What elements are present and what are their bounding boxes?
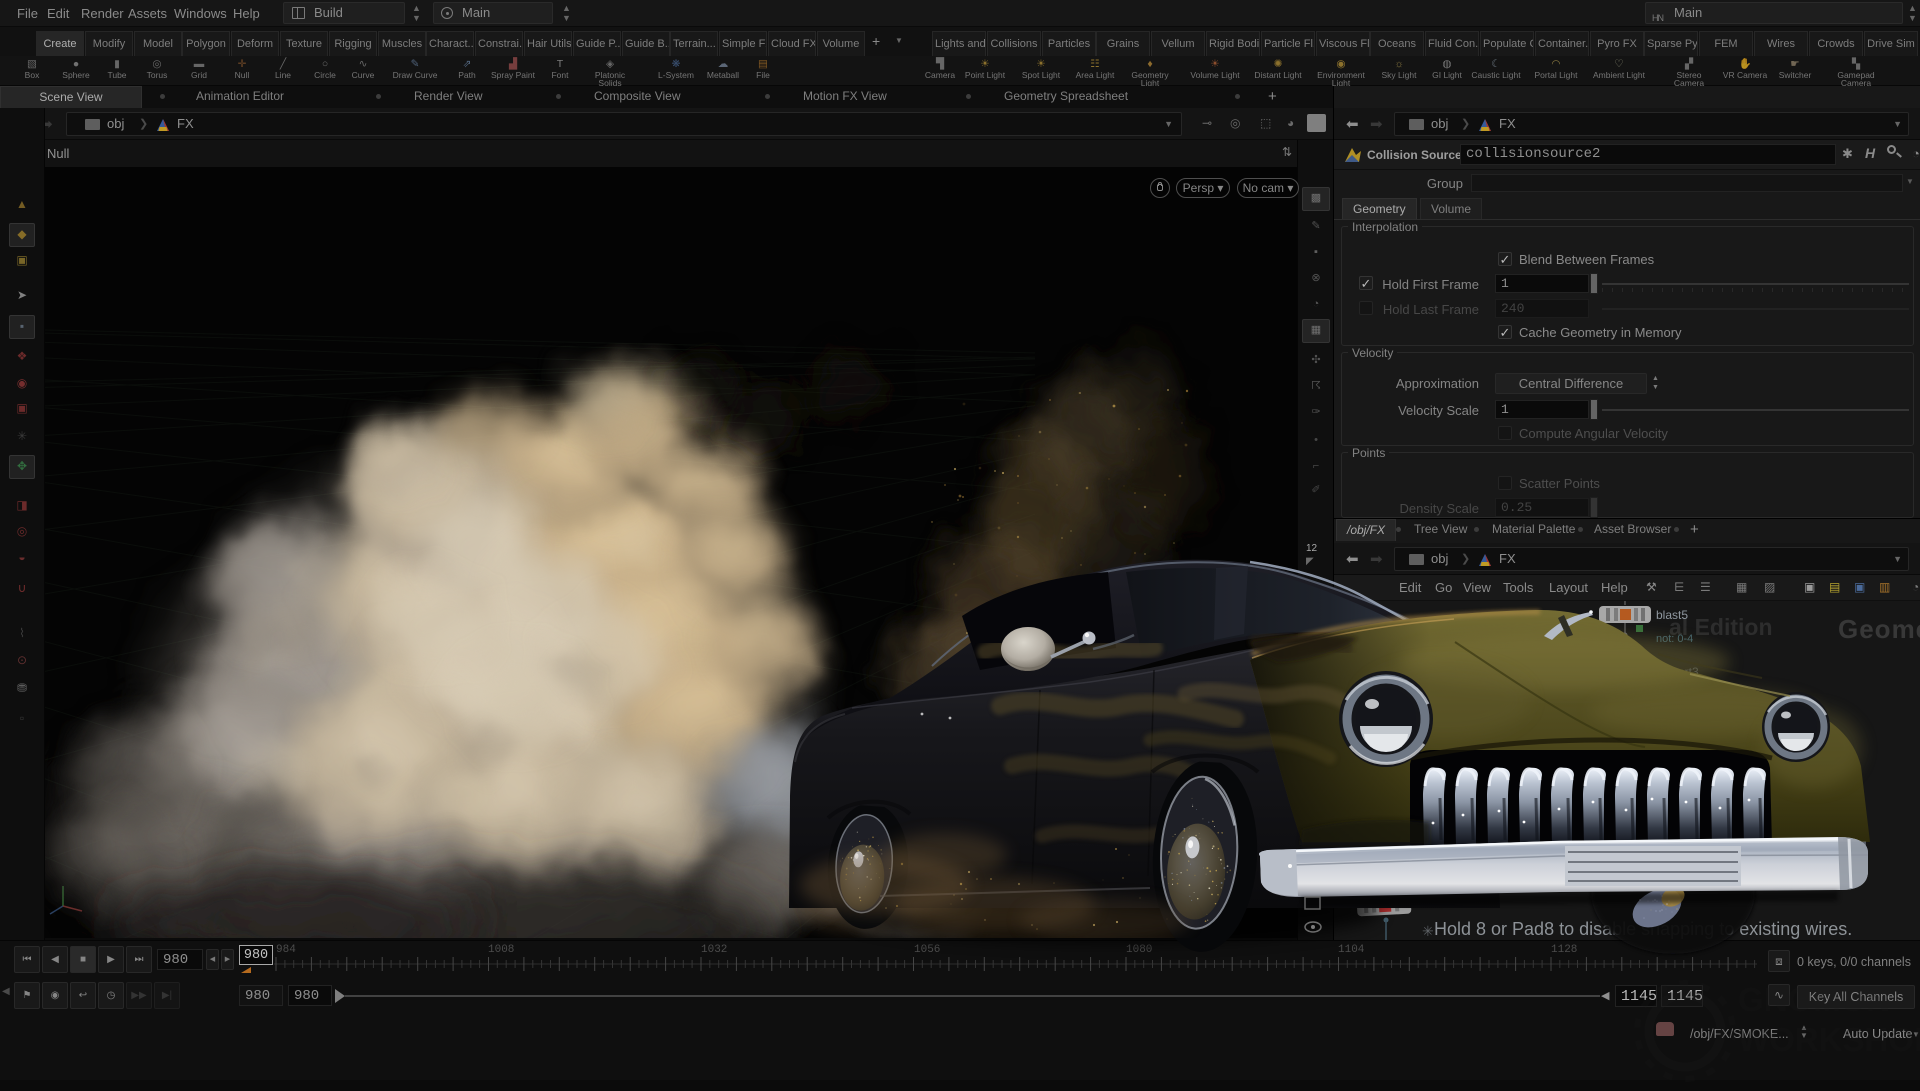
svg-text:WORKSHOP: WORKSHOP	[1738, 1021, 1920, 1058]
svg-text:GNOMON: GNOMON	[1738, 981, 1890, 1018]
